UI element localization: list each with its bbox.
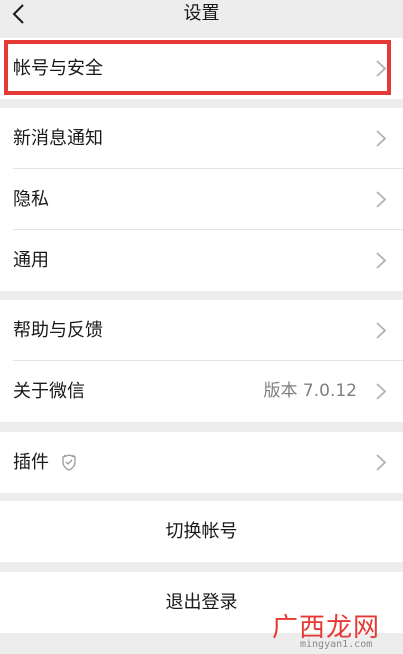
chevron-right-icon [376,60,387,77]
settings-item-about[interactable]: 关于微信 版本 7.0.12 [0,361,403,422]
settings-group-help: 帮助与反馈 关于微信 版本 7.0.12 [0,300,403,422]
chevron-right-icon [376,191,387,208]
settings-item-general[interactable]: 通用 [0,230,403,291]
watermark-url: mingyan1.com [300,639,373,650]
settings-item-label: 新消息通知 [13,128,103,149]
settings-item-label: 关于微信 [13,381,85,402]
settings-item-help-feedback[interactable]: 帮助与反馈 [0,300,403,361]
chevron-right-icon [376,322,387,339]
settings-item-privacy[interactable]: 隐私 [0,169,403,230]
page-title: 设置 [183,3,220,24]
settings-group-general: 新消息通知 隐私 通用 [0,108,403,291]
settings-item-label: 插件 [13,452,49,473]
settings-item-label: 帮助与反馈 [13,320,103,341]
settings-group-account: 帐号与安全 [0,38,403,99]
settings-item-account-security[interactable]: 帐号与安全 [0,38,403,99]
chevron-right-icon [376,454,387,471]
version-text: 版本 7.0.12 [263,381,357,401]
settings-item-label: 帐号与安全 [13,58,103,79]
chevron-right-icon [376,252,387,269]
settings-item-label: 隐私 [13,189,49,210]
navigation-bar: 设置 [0,0,403,30]
settings-item-plugins[interactable]: 插件 [0,432,403,493]
settings-item-notifications[interactable]: 新消息通知 [0,108,403,169]
plugin-shield-icon [62,454,76,471]
chevron-right-icon [376,130,387,147]
settings-group-plugins: 插件 [0,432,403,493]
chevron-right-icon [376,383,387,400]
settings-item-label: 通用 [13,250,49,271]
switch-account-button[interactable]: 切换帐号 [0,501,403,562]
